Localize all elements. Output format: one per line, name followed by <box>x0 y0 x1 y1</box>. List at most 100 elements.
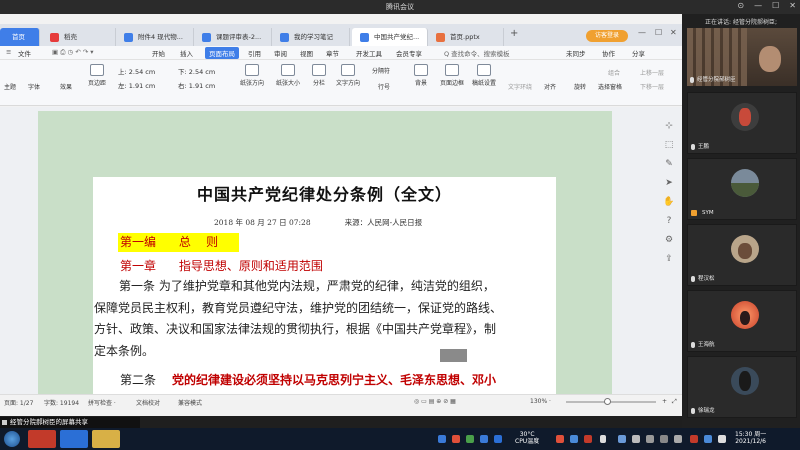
pointer-icon[interactable]: ➤ <box>663 177 675 189</box>
spell-check[interactable]: 拼写检查 · <box>88 398 116 407</box>
send-backward-button[interactable]: 下移一层 <box>640 82 664 91</box>
share-button[interactable]: 分享 <box>632 48 645 58</box>
text-wrap-button[interactable]: 文字环绕 <box>508 82 532 91</box>
margin-top-field[interactable]: 上: 2.54 cm <box>118 66 155 76</box>
page-indicator[interactable]: 页面: 1/27 <box>4 398 33 407</box>
effects-button[interactable]: 效果 <box>60 82 72 91</box>
rotate-button[interactable]: 旋转 <box>574 82 586 91</box>
menu-insert[interactable]: 插入 <box>180 48 193 58</box>
cursor-icon[interactable]: ⊹ <box>663 120 675 132</box>
pin-icon[interactable]: ⊙ <box>737 1 744 10</box>
tab-cpc-regulations[interactable]: 中国共产党纪... <box>352 28 428 46</box>
proofread[interactable]: 文档校对 <box>136 398 160 407</box>
margin-bottom-field[interactable]: 下: 2.54 cm <box>178 66 215 76</box>
line-numbers-button[interactable]: 行号 <box>378 82 390 91</box>
tray-wps-icon[interactable] <box>556 435 564 443</box>
tray-app-icon[interactable] <box>494 435 502 443</box>
select-icon[interactable]: ⬚ <box>663 139 675 151</box>
keyboard-icon[interactable] <box>674 435 682 443</box>
font-theme-button[interactable]: 字体 <box>28 82 40 91</box>
page-border-button[interactable]: 页面边框 <box>440 64 464 87</box>
tab-docer[interactable]: 稻壳 <box>42 28 116 46</box>
input-method-icon[interactable] <box>660 435 668 443</box>
menu-home[interactable]: 开始 <box>152 48 165 58</box>
menu-chapter[interactable]: 章节 <box>326 48 339 58</box>
window-minimize-icon[interactable]: — <box>638 28 646 37</box>
tray-app-icon[interactable] <box>690 435 698 443</box>
tray-app-icon[interactable] <box>718 435 726 443</box>
zoom-slider-handle[interactable] <box>603 398 611 405</box>
align-button[interactable]: 对齐 <box>544 82 556 91</box>
word-count[interactable]: 字数: 19194 <box>44 398 79 407</box>
menu-file[interactable]: 文件 <box>18 48 31 58</box>
share-icon[interactable]: ⇪ <box>663 253 675 265</box>
maximize-icon[interactable]: ☐ <box>772 1 779 10</box>
theme-button[interactable]: 主题 <box>4 82 16 91</box>
tray-app-icon[interactable] <box>480 435 488 443</box>
quick-access-icons[interactable]: ▣ ⎙ ◷ ↶ ↷ ▾ <box>52 48 94 57</box>
system-clock[interactable]: 15:30 周一 2021/12/6 <box>735 431 766 445</box>
close-icon[interactable]: ✕ <box>789 1 796 10</box>
sync-status[interactable]: 未同步 <box>566 48 586 58</box>
participant-tile[interactable]: 程汉松 <box>687 224 797 286</box>
command-search[interactable]: Q 查找命令、搜索模板 <box>444 48 510 58</box>
taskbar-meeting-icon[interactable] <box>60 430 88 448</box>
taskbar-folder-icon[interactable] <box>92 430 120 448</box>
tab-study-notes[interactable]: 我的学习笔记 <box>272 28 350 46</box>
participant-tile[interactable]: 王鹏 <box>687 92 797 154</box>
orientation-button[interactable]: 纸张方向 <box>240 64 264 87</box>
manuscript-button[interactable]: 稿纸设置 <box>472 64 496 87</box>
view-mode-icons[interactable]: ◎ ▭ ▤ ⊕ ⊘ ▦ <box>414 398 456 405</box>
breaks-button[interactable]: 分隔符 <box>372 66 390 75</box>
tray-app-icon[interactable] <box>570 435 578 443</box>
group-button[interactable]: 组合 <box>608 68 620 77</box>
selection-pane-button[interactable]: 选择窗格 <box>598 82 622 91</box>
menu-view[interactable]: 视图 <box>300 48 313 58</box>
pen-icon[interactable]: ✎ <box>663 158 675 170</box>
window-close-icon[interactable]: ✕ <box>670 28 677 37</box>
menu-review[interactable]: 审阅 <box>274 48 287 58</box>
menu-developer[interactable]: 开发工具 <box>356 48 382 58</box>
start-button[interactable] <box>4 431 20 447</box>
network-icon[interactable] <box>618 435 626 443</box>
tab-attachment4[interactable]: 附件4 现代物... <box>116 28 194 46</box>
tray-app-icon[interactable] <box>466 435 474 443</box>
tray-arrow-icon[interactable] <box>600 435 606 443</box>
columns-button[interactable]: 分栏 <box>312 64 326 87</box>
window-restore-icon[interactable]: ☐ <box>655 28 662 37</box>
help-icon[interactable]: ? <box>663 215 675 227</box>
zoom-level[interactable]: 130% · <box>530 398 551 405</box>
participant-tile[interactable]: 王海航 <box>687 290 797 352</box>
hamburger-icon[interactable]: ≡ <box>6 48 11 56</box>
hand-icon[interactable]: ✋ <box>663 196 675 208</box>
tray-app-icon[interactable] <box>704 435 712 443</box>
menu-page-layout[interactable]: 页面布局 <box>205 47 239 59</box>
tab-home[interactable]: 首页 <box>0 28 40 46</box>
minimize-icon[interactable]: — <box>754 1 762 10</box>
paper-size-button[interactable]: 纸张大小 <box>276 64 300 87</box>
settings-icon[interactable]: ⚙ <box>663 234 675 246</box>
battery-icon[interactable] <box>646 435 654 443</box>
menu-member[interactable]: 会员专享 <box>396 48 422 58</box>
tab-review-form[interactable]: 课题评审表-2... <box>194 28 272 46</box>
margin-left-field[interactable]: 左: 1.91 cm <box>118 80 155 90</box>
tray-app-icon[interactable] <box>452 435 460 443</box>
tray-app-icon[interactable] <box>584 435 592 443</box>
menu-references[interactable]: 引用 <box>248 48 261 58</box>
volume-icon[interactable] <box>632 435 640 443</box>
bring-forward-button[interactable]: 上移一层 <box>640 68 664 77</box>
text-direction-button[interactable]: 文字方向 <box>336 64 360 87</box>
collaborate-button[interactable]: 协作 <box>602 48 615 58</box>
speaker-video[interactable]: 经管分院郝树臣 <box>687 28 797 86</box>
fullscreen-icon[interactable]: ⤢ <box>672 398 677 406</box>
background-button[interactable]: 背景 <box>414 64 428 87</box>
participant-tile[interactable]: SYM <box>687 158 797 220</box>
taskbar-app-icon[interactable] <box>28 430 56 448</box>
tray-app-icon[interactable] <box>438 435 446 443</box>
zoom-in-icon[interactable]: + <box>662 398 667 405</box>
login-button[interactable]: 访客登录 <box>586 30 628 42</box>
margin-right-field[interactable]: 右: 1.91 cm <box>178 80 215 90</box>
zoom-slider[interactable] <box>566 401 656 403</box>
tab-home-pptx[interactable]: 首页.pptx <box>428 28 504 46</box>
new-tab-icon[interactable]: + <box>510 28 518 39</box>
